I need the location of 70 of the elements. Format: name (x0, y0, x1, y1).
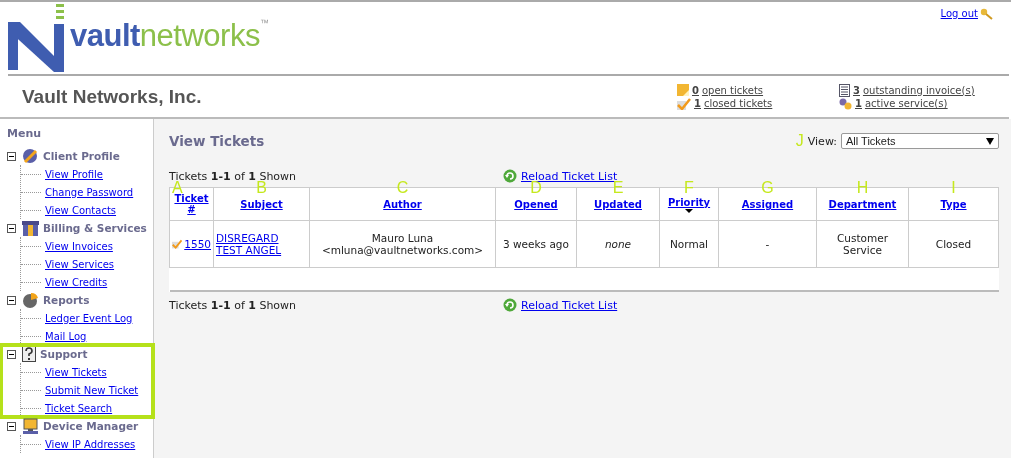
menu-heading: Device Manager (43, 420, 139, 432)
note-icon (677, 84, 689, 96)
menu-link[interactable]: View Invoices (45, 240, 113, 252)
logout-link[interactable]: Log out (940, 8, 978, 19)
menu-link[interactable]: Change Password (45, 186, 134, 198)
company-name: Vault Networks, Inc. (21, 85, 203, 108)
column-header[interactable]: Subject (240, 199, 283, 210)
logo-icon (8, 2, 66, 72)
table-cell: Customer Service (837, 232, 888, 256)
menu-link[interactable]: View Profile (45, 168, 103, 180)
table-cell: Normal (670, 238, 708, 250)
menu-heading: Billing & Services (43, 222, 147, 234)
collapse-toggle[interactable] (7, 349, 16, 359)
summary-link[interactable]: 0 open tickets (692, 84, 764, 96)
refresh-icon (503, 298, 517, 312)
column-header[interactable]: Opened (514, 199, 558, 210)
callout-letter: I (950, 180, 957, 196)
menu-link[interactable]: Submit New Ticket (45, 384, 139, 396)
column-header[interactable]: Author (383, 199, 422, 210)
menu-link[interactable]: View Contacts (45, 204, 117, 216)
menu-link[interactable]: View IP Addresses (45, 438, 136, 450)
column-header[interactable]: Assigned (741, 199, 794, 210)
menu-heading: Support (40, 348, 88, 360)
logo-wordmark: vaultnetworks™ (70, 18, 269, 54)
table-cell: Mauro Luna <mluna@vaultnetworks.com> (321, 232, 484, 256)
callout-letter: G (760, 180, 775, 196)
summary-link[interactable]: 1 closed tickets (694, 98, 773, 109)
callout-letter: C (395, 180, 410, 196)
summary-link[interactable]: 1 active service(s) (855, 98, 948, 109)
callout-letter: J (795, 133, 804, 149)
menu-link[interactable]: Ticket Search (45, 402, 113, 414)
reload-link[interactable]: Reload Ticket List (521, 298, 618, 312)
column-header[interactable]: Type (940, 199, 967, 210)
menu-link[interactable]: Ledger Event Log (45, 312, 133, 324)
menu-heading: Client Profile (43, 150, 120, 162)
table-cell: 3 weeks ago (503, 238, 569, 250)
callout-letter: F (683, 180, 695, 196)
collapse-toggle[interactable] (7, 151, 16, 161)
page-title: View Tickets (169, 133, 265, 149)
refresh-icon (503, 169, 517, 183)
callout-letter: E (612, 180, 625, 196)
menu-link[interactable]: View Credits (45, 276, 108, 288)
shown-count: Tickets 1-1 of 1 Shown (169, 298, 298, 312)
pie-chart-icon (22, 292, 39, 308)
table-cell: Closed (935, 238, 972, 250)
callout-letter: B (255, 180, 267, 196)
checkmark-icon (677, 97, 691, 110)
sort-arrow-icon (685, 208, 693, 213)
document-icon (839, 83, 850, 97)
ticket-link[interactable]: 1550 (184, 238, 211, 250)
collapse-toggle[interactable] (7, 223, 16, 233)
menu-link[interactable]: Mail Log (45, 330, 87, 342)
table-cell: - (765, 238, 770, 250)
monitor-icon (22, 418, 39, 434)
view-dropdown[interactable]: All Tickets (841, 133, 999, 149)
menu-link[interactable]: View Tickets (45, 366, 107, 378)
menu-link[interactable]: View Services (45, 258, 115, 270)
key-icon (980, 8, 993, 20)
menu-title: Menu (7, 127, 43, 142)
gift-icon (22, 220, 39, 236)
column-header[interactable]: Updated (594, 199, 642, 210)
collapse-toggle[interactable] (7, 295, 16, 305)
summary-link[interactable]: 3 outstanding invoice(s) (853, 84, 975, 96)
callout-letter: H (855, 180, 870, 196)
callout-letter: D (530, 180, 542, 196)
collapse-toggle[interactable] (7, 421, 16, 431)
menu-heading: Reports (43, 294, 90, 306)
view-label: View: (807, 134, 837, 148)
help-icon (22, 346, 36, 362)
table-cell: none (604, 238, 632, 250)
